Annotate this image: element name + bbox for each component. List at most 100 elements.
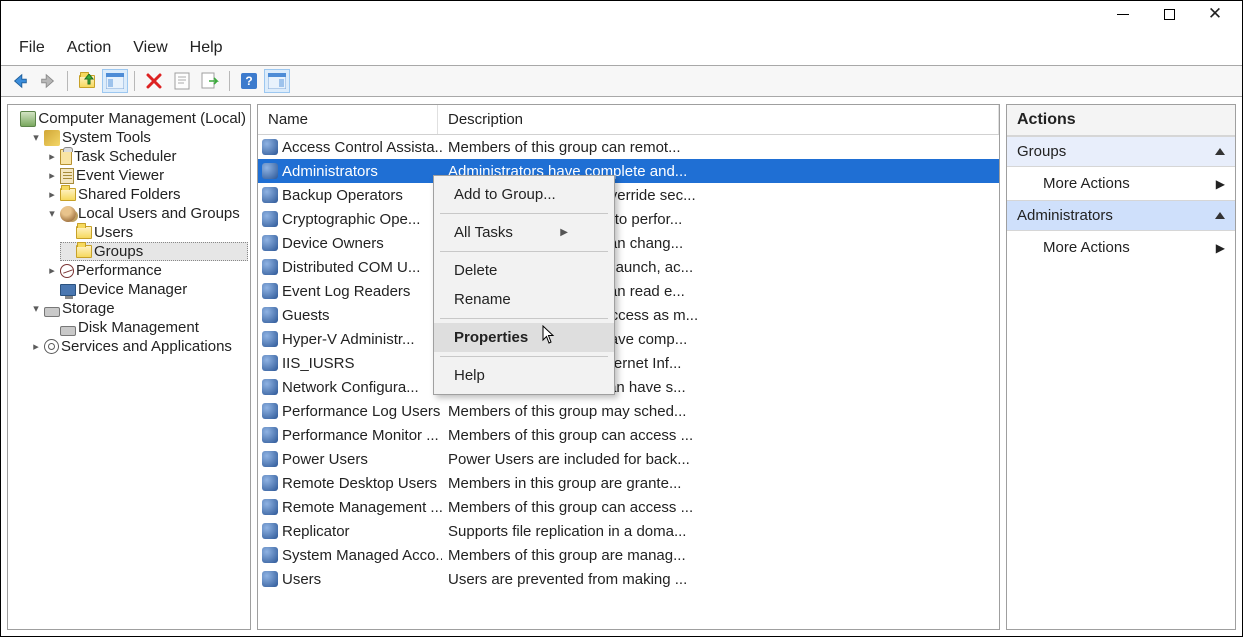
tree-storage[interactable]: ▾Storage bbox=[28, 299, 248, 318]
window-minimize-button[interactable] bbox=[1100, 1, 1146, 27]
tree-root[interactable]: Computer Management (Local) bbox=[12, 109, 248, 128]
list-row[interactable]: Remote Desktop Users Members in this grou… bbox=[258, 471, 999, 495]
tree-root-label: Computer Management (Local) bbox=[38, 110, 246, 127]
list-row[interactable]: System Managed Acco...Members of this gr… bbox=[258, 543, 999, 567]
menu-file[interactable]: File bbox=[17, 37, 47, 59]
properties-icon bbox=[174, 72, 190, 90]
context-menu-item[interactable]: Delete bbox=[434, 256, 614, 285]
tree-device-manager[interactable]: Device Manager bbox=[44, 280, 248, 299]
list-row[interactable]: Device OwnersMembers of this group can c… bbox=[258, 231, 999, 255]
column-header-name[interactable]: Name bbox=[258, 105, 438, 134]
actions-section-administrators[interactable]: Administrators bbox=[1007, 200, 1235, 231]
tree-task-scheduler[interactable]: ▸Task Scheduler bbox=[44, 147, 248, 166]
toolbar-delete-button[interactable] bbox=[141, 69, 167, 93]
task-scheduler-icon bbox=[60, 149, 72, 165]
event-viewer-icon bbox=[60, 168, 74, 184]
twisty-icon[interactable]: ▸ bbox=[30, 340, 42, 353]
tree-local-users-groups[interactable]: ▾ Local Users and Groups bbox=[44, 204, 248, 223]
list-row[interactable]: Distributed COM U...Members are allowed … bbox=[258, 255, 999, 279]
list-row[interactable]: ReplicatorSupports file replication in a… bbox=[258, 519, 999, 543]
toolbar-properties-button[interactable] bbox=[169, 69, 195, 93]
group-name: Remote Desktop Users bbox=[282, 475, 437, 492]
list-row[interactable]: Access Control Assista...Members of this… bbox=[258, 135, 999, 159]
twisty-icon[interactable]: ▾ bbox=[46, 207, 58, 220]
toolbar-up-button[interactable] bbox=[74, 69, 100, 93]
menu-action[interactable]: Action bbox=[65, 37, 113, 59]
list-row[interactable]: GuestsGuests have the same access as m..… bbox=[258, 303, 999, 327]
actions-section-groups[interactable]: Groups bbox=[1007, 136, 1235, 167]
twisty-icon[interactable]: ▸ bbox=[46, 169, 58, 182]
twisty-icon[interactable]: ▾ bbox=[30, 302, 42, 315]
group-name: Access Control Assista... bbox=[282, 139, 442, 156]
group-icon bbox=[262, 211, 278, 227]
group-icon bbox=[262, 307, 278, 323]
context-menu-label: Properties bbox=[454, 329, 528, 346]
list-row[interactable]: Power UsersPower Users are included for … bbox=[258, 447, 999, 471]
local-users-groups-icon bbox=[60, 206, 76, 222]
toolbar-console-tree-button[interactable] bbox=[102, 69, 128, 93]
twisty-icon[interactable]: ▸ bbox=[46, 264, 58, 277]
twisty-icon[interactable]: ▾ bbox=[30, 131, 42, 144]
toolbar-action-pane-button[interactable] bbox=[264, 69, 290, 93]
context-menu-item[interactable]: Add to Group... bbox=[434, 180, 614, 209]
group-description: Members of this group can access ... bbox=[442, 427, 995, 444]
context-menu-item[interactable]: Help bbox=[434, 361, 614, 390]
list-row[interactable]: AdministratorsAdministrators have comple… bbox=[258, 159, 999, 183]
console-tree-pane: Computer Management (Local) ▾ System Too… bbox=[7, 104, 251, 630]
group-description: Supports file replication in a doma... bbox=[442, 523, 995, 540]
list-row[interactable]: Performance Log UsersMembers of this gro… bbox=[258, 399, 999, 423]
tree-groups[interactable]: Groups bbox=[60, 242, 248, 261]
group-icon bbox=[262, 379, 278, 395]
toolbar-back-button[interactable] bbox=[7, 69, 33, 93]
tree-label: Services and Applications bbox=[61, 338, 232, 355]
context-menu-item[interactable]: Rename bbox=[434, 285, 614, 314]
tree-event-viewer[interactable]: ▸Event Viewer bbox=[44, 166, 248, 185]
group-icon bbox=[262, 427, 278, 443]
toolbar-forward-button[interactable] bbox=[35, 69, 61, 93]
context-menu-item[interactable]: All Tasks▶ bbox=[434, 218, 614, 247]
toolbar-help-button[interactable]: ? bbox=[236, 69, 262, 93]
group-description: Members in this group are grante... bbox=[442, 475, 995, 492]
menu-help[interactable]: Help bbox=[188, 37, 225, 59]
menu-view[interactable]: View bbox=[131, 37, 169, 59]
tree-shared-folders[interactable]: ▸Shared Folders bbox=[44, 185, 248, 204]
twisty-icon[interactable]: ▸ bbox=[46, 188, 58, 201]
group-name: Network Configura... bbox=[282, 379, 419, 396]
group-icon bbox=[262, 499, 278, 515]
computer-management-icon bbox=[20, 111, 36, 127]
group-name: Cryptographic Ope... bbox=[282, 211, 420, 228]
client-area: Computer Management (Local) ▾ System Too… bbox=[1, 97, 1242, 636]
group-icon bbox=[262, 187, 278, 203]
list-row[interactable]: Network Configura...Members in this grou… bbox=[258, 375, 999, 399]
list-row[interactable]: Event Log ReadersMembers of this group c… bbox=[258, 279, 999, 303]
group-name: Administrators bbox=[282, 163, 378, 180]
list-row[interactable]: Backup OperatorsBackup Operators can ove… bbox=[258, 183, 999, 207]
group-name: Hyper-V Administr... bbox=[282, 331, 415, 348]
group-name: Guests bbox=[282, 307, 330, 324]
tree-system-tools[interactable]: ▾ System Tools bbox=[28, 128, 248, 147]
column-header-description[interactable]: Description bbox=[438, 105, 999, 134]
tree-users[interactable]: Users bbox=[60, 223, 248, 242]
window-close-button[interactable] bbox=[1192, 1, 1238, 27]
list-row[interactable]: Remote Management ...Members of this gro… bbox=[258, 495, 999, 519]
list-row[interactable]: UsersUsers are prevented from making ... bbox=[258, 567, 999, 591]
context-menu-item[interactable]: Properties bbox=[434, 323, 614, 352]
tree-label: Local Users and Groups bbox=[78, 205, 240, 222]
twisty-icon[interactable]: ▸ bbox=[46, 150, 58, 163]
list-row[interactable]: Performance Monitor ...Members of this g… bbox=[258, 423, 999, 447]
tree-performance[interactable]: ▸Performance bbox=[44, 261, 248, 280]
system-tools-icon bbox=[44, 130, 60, 146]
list-row[interactable]: Hyper-V Administr...Members of this grou… bbox=[258, 327, 999, 351]
list-row[interactable]: Cryptographic Ope...Members are authoriz… bbox=[258, 207, 999, 231]
tree-services-apps[interactable]: ▸ Services and Applications bbox=[28, 337, 248, 356]
actions-more-groups[interactable]: More Actions ▶ bbox=[1007, 167, 1235, 200]
actions-more-administrators[interactable]: More Actions ▶ bbox=[1007, 231, 1235, 264]
results-pane: Name Description Access Control Assista.… bbox=[257, 104, 1000, 630]
window-maximize-button[interactable] bbox=[1146, 1, 1192, 27]
group-name: Distributed COM U... bbox=[282, 259, 420, 276]
tree-disk-management[interactable]: Disk Management bbox=[44, 318, 248, 337]
group-description: Users are prevented from making ... bbox=[442, 571, 995, 588]
action-pane-icon bbox=[268, 73, 286, 89]
toolbar-export-button[interactable] bbox=[197, 69, 223, 93]
list-row[interactable]: IIS_IUSRSBuilt-in group used by Internet… bbox=[258, 351, 999, 375]
